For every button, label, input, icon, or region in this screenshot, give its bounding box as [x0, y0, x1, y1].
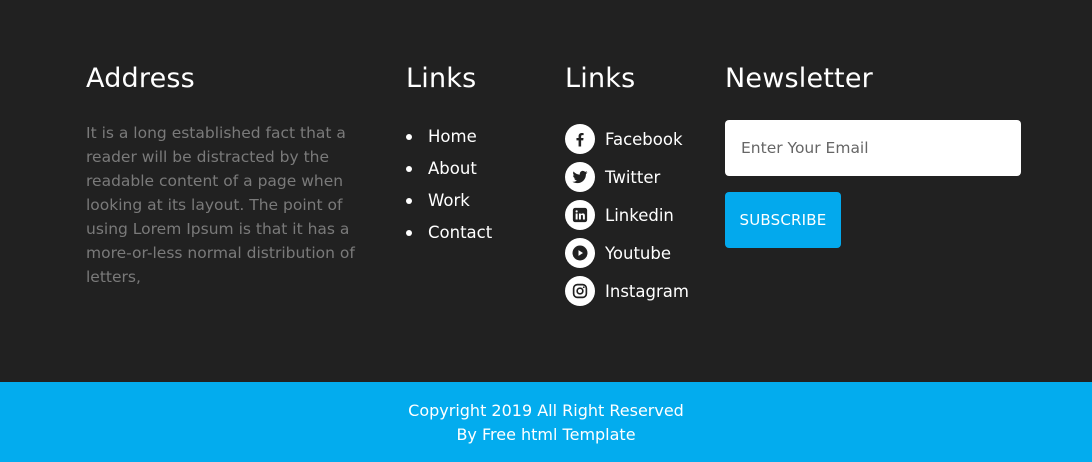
social-column: Links Facebook Twitter Linkedin Youtube … — [565, 62, 715, 310]
link-home[interactable]: Home — [428, 127, 477, 146]
bullet-icon — [406, 166, 412, 172]
bullet-icon — [406, 198, 412, 204]
link-linkedin[interactable]: Linkedin — [605, 206, 674, 225]
link-work[interactable]: Work — [428, 191, 470, 210]
list-item: About — [406, 153, 546, 185]
social-item-youtube: Youtube — [565, 234, 715, 272]
link-facebook[interactable]: Facebook — [605, 130, 683, 149]
social-item-twitter: Twitter — [565, 158, 715, 196]
linkedin-icon[interactable] — [565, 200, 595, 230]
bullet-icon — [406, 230, 412, 236]
address-column: Address It is a long established fact th… — [86, 62, 376, 289]
social-list: Facebook Twitter Linkedin Youtube Instag… — [565, 120, 715, 310]
instagram-icon[interactable] — [565, 276, 595, 306]
social-heading: Links — [565, 63, 636, 94]
social-item-linkedin: Linkedin — [565, 196, 715, 234]
list-item: Work — [406, 185, 546, 217]
subscribe-button[interactable]: SUBSCRIBE — [725, 192, 841, 248]
social-item-facebook: Facebook — [565, 120, 715, 158]
link-about[interactable]: About — [428, 159, 477, 178]
list-item: Contact — [406, 217, 546, 249]
list-item: Home — [406, 121, 546, 153]
credit-line: By Free html Template — [456, 425, 636, 444]
newsletter-heading: Newsletter — [725, 63, 873, 94]
newsletter-column: Newsletter SUBSCRIBE — [725, 62, 1025, 248]
copyright-line: Copyright 2019 All Right Reserved — [408, 401, 684, 420]
link-contact[interactable]: Contact — [428, 223, 492, 242]
email-input[interactable] — [725, 120, 1021, 176]
link-youtube[interactable]: Youtube — [605, 244, 671, 263]
links-column: Links Home About Work Contact — [406, 62, 546, 249]
bullet-icon — [406, 134, 412, 140]
youtube-icon[interactable] — [565, 238, 595, 268]
twitter-icon[interactable] — [565, 162, 595, 192]
copyright-bar: Copyright 2019 All Right Reserved By Fre… — [0, 382, 1092, 462]
footer-main: Address It is a long established fact th… — [0, 0, 1092, 382]
address-text: It is a long established fact that a rea… — [86, 124, 355, 286]
address-heading: Address — [86, 63, 195, 94]
links-heading: Links — [406, 63, 477, 94]
facebook-icon[interactable] — [565, 124, 595, 154]
social-item-instagram: Instagram — [565, 272, 715, 310]
link-twitter[interactable]: Twitter — [605, 168, 660, 187]
link-instagram[interactable]: Instagram — [605, 282, 689, 301]
links-list: Home About Work Contact — [406, 121, 546, 249]
